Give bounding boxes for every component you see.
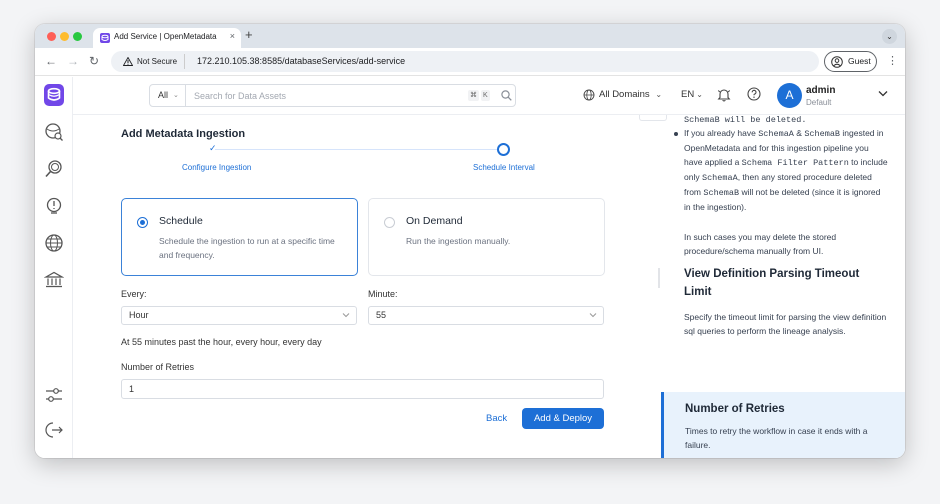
option-description: Schedule the ingestion to run at a speci… [159,236,335,260]
section-text: Times to retry the workflow in case it e… [685,426,868,450]
chevron-down-icon: ⌄ [696,90,703,99]
ingestion-form: Add Metadata Ingestion ✓ Configure Inges… [73,115,636,458]
search-scope-select[interactable]: All ⌄ [150,85,186,106]
avatar[interactable]: A [777,83,802,108]
help-note: In such cases you may delete the stored … [684,232,837,256]
tab-strip: Add Service | OpenMetadata × + ⌄ [35,24,905,48]
language-selector[interactable]: EN ⌄ [681,89,703,100]
profile-button[interactable]: Guest [824,51,877,72]
help-icon[interactable] [747,87,761,101]
help-panel: SchemaB will be deleted. If you already … [636,115,905,458]
on-demand-radio[interactable] [384,217,395,228]
domain-selector[interactable]: All Domains ⌄ [583,89,663,101]
globe-icon [583,89,595,101]
domains-icon[interactable] [44,233,64,253]
retries-label: Number of Retries [121,362,195,372]
new-tab-button[interactable]: + [245,28,253,42]
openmetadata-favicon-icon [100,33,110,43]
back-button[interactable]: Back [486,413,507,424]
option-title: Schedule [159,215,203,227]
section-divider [658,268,660,288]
governance-icon[interactable] [44,270,64,290]
minute-select[interactable]: 55 [368,306,604,325]
browser-tab[interactable]: Add Service | OpenMetadata × [93,28,241,48]
active-help-section: Number of Retries Times to retry the wor… [661,392,905,458]
schedule-radio[interactable] [137,217,148,228]
openmetadata-app: All ⌄ ⌘ K All Domains ⌄ EN⌄ A admin Defa… [35,77,905,458]
url-text: 172.210.105.38:8585/databaseServices/add… [197,56,406,66]
check-icon: ✓ [209,143,217,153]
url-bar[interactable]: Not Secure 172.210.105.38:8585/databaseS… [111,51,819,72]
insights-icon[interactable] [44,196,64,216]
option-title: On Demand [406,215,463,227]
minute-value: 55 [376,310,387,320]
security-label: Not Secure [137,57,178,66]
user-name[interactable]: admin [806,85,835,96]
bullet-icon [674,132,678,136]
section-text: Specify the timeout limit for parsing th… [684,312,887,336]
browser-window: Add Service | OpenMetadata × + ⌄ ← → ↻ N… [35,24,905,458]
user-role: Default [806,98,832,107]
openmetadata-logo[interactable] [44,84,64,106]
every-value: Hour [129,310,149,320]
search-scope-value: All [158,90,169,100]
address-bar: ← → ↻ Not Secure 172.210.105.38:8585/dat… [35,48,905,76]
every-select[interactable]: Hour [121,306,357,325]
chevron-down-icon[interactable] [878,90,888,97]
step-configure-ingestion: Configure Ingestion [182,163,252,172]
add-deploy-button[interactable]: Add & Deploy [522,408,604,429]
explore-icon[interactable] [44,122,64,142]
profile-icon [831,56,843,68]
search-input[interactable] [194,85,464,106]
global-search: All ⌄ ⌘ K [149,84,516,107]
profile-label: Guest [848,56,871,66]
step-schedule-interval: Schedule Interval [473,163,535,172]
warning-icon [123,57,133,66]
notification-bell-icon[interactable] [717,87,731,102]
shortcut-cmd: ⌘ [468,90,479,101]
back-icon[interactable]: ← [45,55,57,67]
page-title: Add Metadata Ingestion [121,128,246,140]
option-description: Run the ingestion manually. [406,236,511,246]
maximize-window-button[interactable] [73,32,82,41]
shortcut-key: K [481,90,490,101]
cron-description: At 55 minutes past the hour, every hour,… [121,337,322,347]
panel-tab [639,115,667,121]
chevron-down-icon [589,313,597,318]
every-label: Every: [121,289,147,299]
reload-icon[interactable]: ↻ [89,55,99,67]
tab-search-button[interactable]: ⌄ [882,29,897,44]
chevron-down-icon: ⌄ [173,92,179,99]
help-bullet-text: If you already have SchemaA & SchemaB in… [684,128,888,212]
top-navbar: All ⌄ ⌘ K All Domains ⌄ EN⌄ A admin Defa… [73,77,905,115]
chevron-down-icon: ⌄ [655,90,663,99]
chevron-down-icon [342,313,350,318]
browser-menu-icon[interactable]: ⋮ [887,54,898,67]
tab-close-icon[interactable]: × [230,31,235,41]
active-step-indicator [497,143,510,156]
schedule-option-card[interactable]: Schedule Schedule the ingestion to run a… [121,198,358,276]
section-heading: Number of Retries [685,403,785,415]
retries-input[interactable] [121,379,604,399]
security-indicator[interactable]: Not Secure [117,54,186,69]
stepper-line [215,149,504,150]
on-demand-option-card[interactable]: On Demand Run the ingestion manually. [368,198,605,276]
logout-icon[interactable] [44,420,64,440]
search-icon[interactable] [501,90,512,101]
settings-icon[interactable] [44,385,64,405]
language-label: EN [681,89,695,100]
sidebar [35,77,73,458]
minimize-window-button[interactable] [60,32,69,41]
data-quality-icon[interactable] [44,159,64,179]
tab-title: Add Service | OpenMetadata [114,32,217,41]
minute-label: Minute: [368,289,398,299]
domain-label: All Domains [599,89,650,100]
forward-icon[interactable]: → [67,55,79,67]
section-heading: View Definition Parsing Timeout Limit [684,268,860,298]
close-window-button[interactable] [47,32,56,41]
